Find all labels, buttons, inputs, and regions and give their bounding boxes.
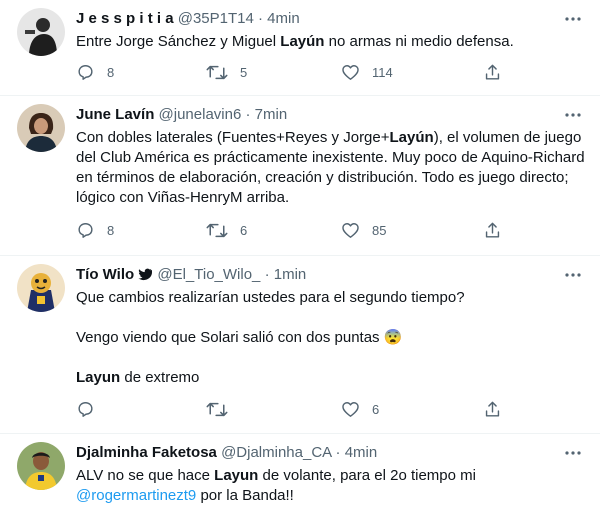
tweet-text: ALV no se que hace Layun de volante, par…	[76, 467, 476, 504]
retweet-button[interactable]	[206, 398, 240, 420]
tweet-header: J e s s p i t i a @35P1T14 · 4min	[76, 9, 540, 29]
more-icon[interactable]	[562, 442, 584, 464]
retweet-icon	[206, 65, 228, 79]
reply-count: 8	[107, 64, 115, 80]
reply-count: 8	[107, 222, 115, 238]
tweet-line: Layun de extremo	[76, 369, 200, 386]
more-icon[interactable]	[562, 104, 584, 126]
tweet[interactable]: J e s s p i t i a @35P1T14 · 4min Entre …	[0, 0, 600, 96]
separator: ·	[335, 444, 341, 461]
user-handle[interactable]: @El_Tio_Wilo_	[157, 266, 260, 283]
tweet-actions: 6	[76, 398, 516, 420]
tweet-line: Que cambios realizarían ustedes para el …	[76, 289, 465, 306]
tweet-header: Djalminha Faketosa @Djalminha_CA · 4min	[76, 443, 540, 463]
share-icon	[485, 222, 500, 238]
timestamp[interactable]: 1min	[274, 266, 307, 283]
display-name[interactable]: Djalminha Faketosa	[76, 444, 217, 461]
tweet-actions: 8 6 85	[76, 219, 516, 241]
highlighted-term: Layun	[76, 369, 121, 386]
like-count: 85	[372, 222, 387, 238]
like-icon	[342, 64, 359, 80]
retweet-button[interactable]: 5	[206, 61, 247, 83]
like-button[interactable]: 114	[341, 61, 393, 83]
like-button[interactable]: 85	[341, 219, 386, 241]
display-name[interactable]: Tío Wilo	[76, 266, 134, 283]
reply-icon	[78, 64, 93, 80]
user-handle[interactable]: @junelavin6	[159, 106, 242, 123]
tweet-header: Tío Wilo @El_Tio_Wilo_ · 1min	[76, 265, 540, 285]
separator: ·	[245, 106, 251, 123]
retweet-icon	[206, 223, 228, 237]
share-icon	[485, 401, 500, 417]
highlighted-term: Layún	[280, 33, 325, 50]
like-button[interactable]: 6	[341, 398, 379, 420]
reply-icon	[78, 222, 93, 238]
display-name[interactable]: June Lavín	[76, 106, 154, 123]
tweet-text: Entre Jorge Sánchez y Miguel Layún no ar…	[76, 33, 514, 50]
avatar[interactable]	[17, 264, 65, 312]
reply-icon	[78, 401, 93, 417]
tweet-actions: 8 5 114	[76, 61, 516, 83]
avatar[interactable]	[17, 104, 65, 152]
tweet-text: Que cambios realizarían ustedes para el …	[76, 288, 596, 388]
like-count: 6	[372, 401, 380, 417]
tweet[interactable]: June Lavín @junelavin6 · 7min Con dobles…	[0, 96, 600, 256]
mention-link[interactable]: @rogermartinezt9	[76, 487, 196, 504]
more-icon[interactable]	[562, 8, 584, 30]
retweet-count: 5	[240, 64, 248, 80]
user-handle[interactable]: @Djalminha_CA	[221, 444, 331, 461]
tweet-line: Vengo viendo que Solari salió con dos pu…	[76, 329, 403, 346]
separator: ·	[264, 266, 270, 283]
tweet[interactable]: Djalminha Faketosa @Djalminha_CA · 4min …	[0, 434, 600, 509]
retweet-button[interactable]: 6	[206, 219, 247, 241]
tweet[interactable]: Tío Wilo @El_Tio_Wilo_ · 1min Que cambio…	[0, 256, 600, 434]
tweet-text: Con dobles laterales (Fuentes+Reyes y Jo…	[76, 129, 585, 206]
user-handle[interactable]: @35P1T14	[178, 10, 254, 27]
bird-icon	[138, 268, 153, 281]
reply-button[interactable]: 8	[76, 61, 114, 83]
tweet-feed: J e s s p i t i a @35P1T14 · 4min Entre …	[0, 0, 600, 509]
more-icon[interactable]	[562, 264, 584, 286]
like-count: 114	[372, 64, 393, 80]
display-name[interactable]: J e s s p i t i a	[76, 10, 174, 27]
reply-button[interactable]: 8	[76, 219, 114, 241]
highlighted-term: Layun	[214, 467, 259, 484]
share-button[interactable]	[483, 398, 502, 420]
timestamp[interactable]: 4min	[345, 444, 378, 461]
share-button[interactable]	[483, 219, 502, 241]
timestamp[interactable]: 4min	[267, 10, 300, 27]
timestamp[interactable]: 7min	[255, 106, 288, 123]
avatar[interactable]	[17, 442, 65, 490]
avatar[interactable]	[17, 8, 65, 56]
highlighted-term: Layún	[389, 129, 434, 146]
share-button[interactable]	[483, 61, 502, 83]
reply-button[interactable]	[76, 398, 107, 420]
tweet-header: June Lavín @junelavin6 · 7min	[76, 105, 540, 125]
share-icon	[485, 64, 500, 80]
retweet-count: 6	[240, 222, 248, 238]
like-icon	[342, 401, 359, 417]
separator: ·	[258, 10, 263, 27]
retweet-icon	[206, 402, 228, 416]
like-icon	[342, 222, 359, 238]
